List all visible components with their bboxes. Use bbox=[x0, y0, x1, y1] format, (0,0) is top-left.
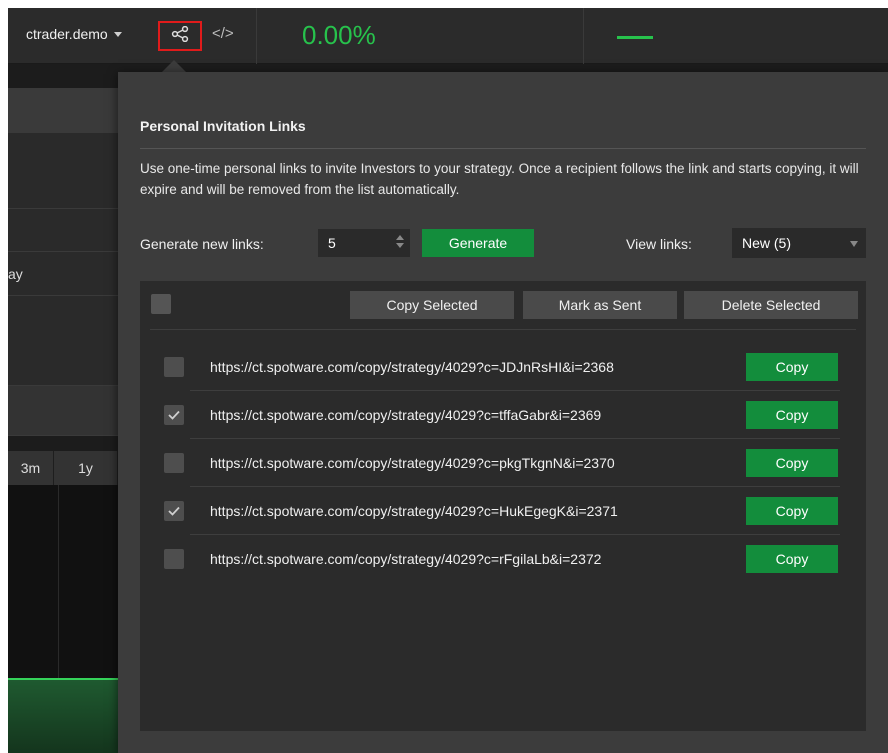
background-panel bbox=[8, 133, 118, 209]
view-links-value: New (5) bbox=[742, 235, 792, 251]
top-bar: ctrader.demo </> 0.00% bbox=[8, 8, 888, 64]
copy-link-button[interactable]: Copy bbox=[746, 353, 838, 381]
divider bbox=[140, 148, 866, 149]
status-dash bbox=[617, 36, 653, 39]
link-url: https://ct.spotware.com/copy/strategy/40… bbox=[210, 455, 615, 471]
divider bbox=[583, 8, 584, 64]
background-row: ay bbox=[8, 252, 118, 296]
link-url: https://ct.spotware.com/copy/strategy/40… bbox=[210, 551, 602, 567]
divider bbox=[256, 8, 257, 64]
generate-links-label: Generate new links: bbox=[140, 236, 264, 252]
period-tab-3m[interactable]: 3m bbox=[8, 451, 54, 485]
row-checkbox[interactable] bbox=[164, 453, 184, 473]
generate-button[interactable]: Generate bbox=[422, 229, 534, 257]
view-links-select[interactable]: New (5) bbox=[732, 228, 866, 258]
copy-link-button[interactable]: Copy bbox=[746, 449, 838, 477]
popup-title: Personal Invitation Links bbox=[140, 118, 306, 134]
popup-description: Use one-time personal links to invite In… bbox=[140, 161, 859, 197]
stepper-arrows-icon[interactable] bbox=[396, 235, 404, 248]
chevron-down-icon bbox=[850, 241, 858, 247]
copy-link-button[interactable]: Copy bbox=[746, 545, 838, 573]
checkmark-icon bbox=[168, 506, 180, 516]
copy-link-button[interactable]: Copy bbox=[746, 497, 838, 525]
link-url: https://ct.spotware.com/copy/strategy/40… bbox=[210, 407, 602, 423]
row-checkbox[interactable] bbox=[164, 405, 184, 425]
background-panel bbox=[8, 209, 118, 252]
row-checkbox[interactable] bbox=[164, 357, 184, 377]
period-tab-1y[interactable]: 1y bbox=[54, 451, 118, 485]
links-list: Copy Selected Mark as Sent Delete Select… bbox=[140, 281, 866, 731]
copy-link-button[interactable]: Copy bbox=[746, 401, 838, 429]
performance-percent: 0.00% bbox=[302, 20, 376, 50]
app-window: ctrader.demo </> 0.00% ay 3m 1y Personal… bbox=[8, 8, 888, 753]
view-links-label: View links: bbox=[626, 236, 692, 252]
row-checkbox[interactable] bbox=[164, 549, 184, 569]
row-checkbox[interactable] bbox=[164, 501, 184, 521]
embed-code-icon[interactable]: </> bbox=[212, 25, 234, 42]
share-icon bbox=[171, 25, 189, 47]
list-item: https://ct.spotware.com/copy/strategy/40… bbox=[162, 391, 842, 439]
equity-area bbox=[8, 678, 120, 753]
generate-count-stepper[interactable]: 5 bbox=[318, 229, 410, 257]
share-button[interactable] bbox=[158, 21, 202, 51]
account-name: ctrader.demo bbox=[26, 26, 108, 42]
background-row-label: ay bbox=[8, 266, 23, 282]
copy-selected-button[interactable]: Copy Selected bbox=[350, 291, 514, 319]
link-url: https://ct.spotware.com/copy/strategy/40… bbox=[210, 359, 614, 375]
divider bbox=[150, 329, 856, 330]
select-all-checkbox[interactable] bbox=[151, 294, 171, 314]
link-url: https://ct.spotware.com/copy/strategy/40… bbox=[210, 503, 618, 519]
list-item: https://ct.spotware.com/copy/strategy/40… bbox=[162, 343, 842, 391]
list-item: https://ct.spotware.com/copy/strategy/40… bbox=[162, 535, 842, 583]
background-panel bbox=[8, 386, 118, 436]
checkmark-icon bbox=[168, 410, 180, 420]
invitation-links-popup: Personal Invitation Links Use one-time p… bbox=[118, 72, 888, 753]
list-item: https://ct.spotware.com/copy/strategy/40… bbox=[162, 487, 842, 535]
delete-selected-button[interactable]: Delete Selected bbox=[684, 291, 858, 319]
generate-count-value: 5 bbox=[328, 235, 336, 251]
popup-arrow bbox=[162, 60, 186, 72]
background-panel bbox=[8, 88, 118, 133]
account-selector[interactable]: ctrader.demo bbox=[26, 26, 122, 42]
mark-as-sent-button[interactable]: Mark as Sent bbox=[523, 291, 677, 319]
list-item: https://ct.spotware.com/copy/strategy/40… bbox=[162, 439, 842, 487]
background-panel bbox=[8, 296, 118, 386]
chevron-down-icon bbox=[113, 31, 122, 37]
